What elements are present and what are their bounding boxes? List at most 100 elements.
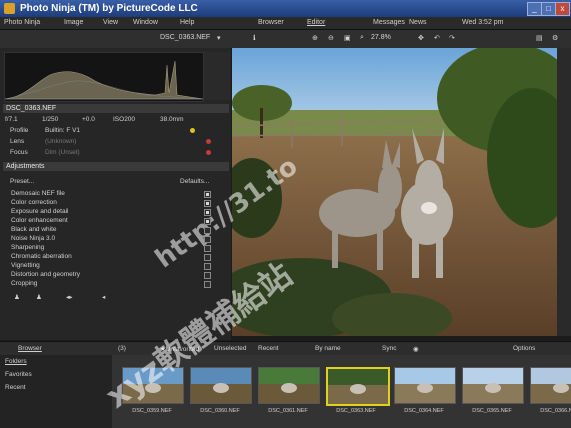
focal-length: 38.0mm	[160, 116, 184, 123]
menu-window[interactable]: Window	[133, 19, 158, 26]
recent-item[interactable]: Recent	[5, 384, 26, 391]
adjustment-checkbox[interactable]	[204, 254, 211, 261]
thumbnail-label: DSC_0363.NEF	[336, 408, 376, 414]
fit-icon[interactable]: ▣	[344, 34, 351, 42]
maximize-button[interactable]: □	[541, 2, 556, 16]
defaults-button[interactable]: Defaults...	[180, 178, 209, 185]
file-info-header[interactable]: DSC_0363.NEF	[3, 104, 229, 113]
sort-dropdown[interactable]: By name	[315, 345, 341, 352]
title-bar: Photo Ninja (TM) by PictureCode LLC _ □ …	[0, 0, 571, 17]
aperture: f/7.1	[5, 116, 18, 123]
focus-value[interactable]: Dim (Unset)	[45, 149, 80, 156]
folder-tree: Folders Favorites Recent	[0, 355, 112, 428]
adjustment-checkbox[interactable]	[204, 227, 211, 234]
adjustment-checkbox[interactable]	[204, 218, 211, 225]
adjustment-item[interactable]: Color enhancement	[11, 217, 68, 224]
histogram	[4, 52, 204, 102]
lens-value[interactable]: (Unknown)	[45, 138, 76, 145]
rotate-left-icon[interactable]: ↶	[434, 34, 440, 42]
recent-filter[interactable]: Recent	[258, 345, 279, 352]
clock: Wed 3:52 pm	[462, 19, 504, 26]
adjustment-checkbox[interactable]	[204, 281, 211, 288]
favorites-item[interactable]: Favorites	[5, 371, 32, 378]
tab-browser[interactable]: Browser	[258, 19, 284, 26]
window-title: Photo Ninja (TM) by PictureCode LLC	[20, 3, 198, 14]
right-scrollbar[interactable]	[557, 48, 571, 336]
browser-toolbar: Browser (3) ★Unfavorited Unselected Rece…	[0, 341, 571, 356]
adjustment-checkbox[interactable]	[204, 209, 211, 216]
shutter: 1/250	[42, 116, 59, 123]
tool-icon-d[interactable]: ◂	[102, 293, 105, 301]
rotate-right-icon[interactable]: ↷	[449, 34, 455, 42]
options-button[interactable]: Options	[513, 345, 535, 352]
sync-button[interactable]: Sync	[382, 345, 396, 352]
zoom-out-icon[interactable]: ⊖	[328, 34, 334, 42]
menu-bar: Photo Ninja Image View Window Help Brows…	[0, 17, 571, 30]
thumbnail[interactable]	[394, 367, 456, 404]
tool-icon-c[interactable]: ◂▸	[66, 293, 73, 301]
adjustment-checkbox[interactable]	[204, 272, 211, 279]
adjustment-checkbox[interactable]	[204, 236, 211, 243]
current-file[interactable]: DSC_0363.NEF	[160, 34, 210, 41]
thumbnail[interactable]	[462, 367, 524, 404]
minimize-button[interactable]: _	[527, 2, 542, 16]
adjustment-item[interactable]: Demosaic NEF file	[11, 190, 65, 197]
adjustment-checkbox[interactable]	[204, 191, 211, 198]
news-link[interactable]: News	[409, 19, 427, 26]
sync-icon[interactable]: ◉	[413, 345, 419, 353]
file-dropdown-icon[interactable]: ▾	[217, 34, 221, 42]
magnifier-icon[interactable]: ⌕	[360, 34, 364, 42]
tool-icon-a[interactable]: ♟	[14, 293, 20, 301]
adjustment-item[interactable]: Cropping	[11, 280, 37, 287]
tab-editor[interactable]: Editor	[307, 19, 325, 26]
exposure-comp: +0.0	[82, 116, 95, 123]
histogram-graph	[4, 60, 204, 100]
menu-help[interactable]: Help	[180, 19, 194, 26]
thumbnail-label: DSC_0365.NEF	[472, 408, 512, 414]
thumbnail-label: DSC_0360.NEF	[200, 408, 240, 414]
menu-photo-ninja[interactable]: Photo Ninja	[4, 19, 40, 26]
lens-label: Lens	[10, 138, 25, 145]
adjustment-item[interactable]: Chromatic aberration	[11, 253, 72, 260]
adjustment-item[interactable]: Exposure and detail	[11, 208, 68, 215]
focus-label: Focus	[10, 149, 28, 156]
app-icon	[4, 3, 15, 14]
editor-toolbar: DSC_0363.NEF ▾ ℹ ⊕ ⊖ ▣ ⌕ 27.8% ✥ ↶ ↷ ▤ ⚙	[0, 30, 571, 49]
adjustment-item[interactable]: Black and white	[11, 226, 57, 233]
messages-link[interactable]: Messages	[373, 19, 405, 26]
filter-count: (3)	[118, 345, 126, 352]
tool-icon-b[interactable]: ♟	[36, 293, 42, 301]
browser-tab[interactable]: Browser	[18, 345, 42, 352]
histogram-side	[204, 52, 230, 100]
settings-icon[interactable]: ⚙	[552, 34, 558, 42]
move-icon[interactable]: ✥	[418, 34, 424, 42]
adjustment-item[interactable]: Sharpening	[11, 244, 44, 251]
adjustment-checkbox[interactable]	[204, 200, 211, 207]
menu-view[interactable]: View	[103, 19, 118, 26]
adjustment-item[interactable]: Vignetting	[11, 262, 40, 269]
adjustment-checkbox[interactable]	[204, 263, 211, 270]
focus-status-icon	[206, 150, 211, 155]
profile-label: Profile	[10, 127, 29, 134]
adjustment-checkbox[interactable]	[204, 245, 211, 252]
menu-image[interactable]: Image	[64, 19, 83, 26]
adjustments-header[interactable]: Adjustments	[3, 162, 229, 171]
folders-item[interactable]: Folders	[5, 358, 27, 365]
save-icon[interactable]: ▤	[536, 34, 543, 42]
preset-button[interactable]: Preset...	[10, 178, 34, 185]
adjustment-item[interactable]: Noise Ninja 3.0	[11, 235, 55, 242]
iso: ISO200	[113, 116, 136, 123]
profile-value[interactable]: Builtin: F V1	[45, 127, 80, 134]
info-icon[interactable]: ℹ	[253, 34, 256, 42]
profile-status-icon	[190, 128, 195, 133]
thumbnail[interactable]	[530, 367, 571, 404]
thumbnail[interactable]	[326, 367, 390, 406]
thumbnail[interactable]	[258, 367, 320, 404]
close-button[interactable]: x	[555, 2, 570, 16]
lens-status-icon	[206, 139, 211, 144]
thumbnail[interactable]	[190, 367, 252, 404]
adjustment-item[interactable]: Color correction	[11, 199, 57, 206]
adjustment-item[interactable]: Distortion and geometry	[11, 271, 80, 278]
zoom-level: 27.8%	[371, 34, 391, 41]
zoom-in-icon[interactable]: ⊕	[312, 34, 318, 42]
